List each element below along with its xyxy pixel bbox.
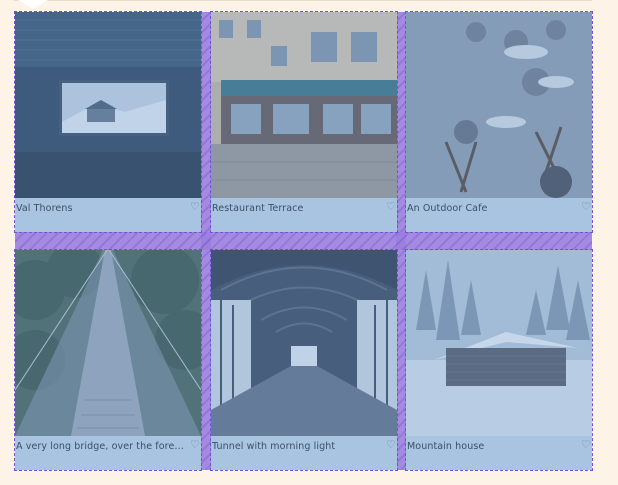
tooltip-notch xyxy=(18,0,48,9)
photo-tunnel xyxy=(211,250,397,436)
photo-mountain-house xyxy=(406,250,592,436)
card-caption: Tunnel with morning light xyxy=(212,441,336,452)
gallery-card[interactable]: Restaurant Terrace ♡ xyxy=(210,11,398,233)
card-caption: Val Thorens xyxy=(16,203,73,214)
heart-icon[interactable]: ♡ xyxy=(386,201,397,213)
gallery-card[interactable]: Val Thorens ♡ xyxy=(14,11,202,233)
card-caption: Restaurant Terrace xyxy=(212,203,304,214)
grid-row-gap xyxy=(15,232,592,250)
photo-long-bridge xyxy=(15,250,201,436)
heart-icon[interactable]: ♡ xyxy=(581,439,592,451)
photo-outdoor-cafe xyxy=(406,12,592,198)
gallery-card[interactable]: An Outdoor Cafe ♡ xyxy=(405,11,593,233)
image-gallery-grid: Val Thorens ♡ Restaurant Terrace ♡ An Ou… xyxy=(14,11,593,471)
photo-val-thorens xyxy=(15,12,201,198)
card-caption: An Outdoor Cafe xyxy=(407,203,488,214)
top-divider xyxy=(14,0,592,1)
gallery-card[interactable]: Mountain house ♡ xyxy=(405,249,593,471)
heart-icon[interactable]: ♡ xyxy=(190,439,201,451)
card-caption: A very long bridge, over the forest... xyxy=(16,441,186,452)
heart-icon[interactable]: ♡ xyxy=(190,201,201,213)
gallery-card[interactable]: A very long bridge, over the forest... ♡ xyxy=(14,249,202,471)
heart-icon[interactable]: ♡ xyxy=(581,201,592,213)
card-caption: Mountain house xyxy=(407,441,485,452)
gallery-card[interactable]: Tunnel with morning light ♡ xyxy=(210,249,398,471)
heart-icon[interactable]: ♡ xyxy=(386,439,397,451)
photo-restaurant-terrace xyxy=(211,12,397,198)
